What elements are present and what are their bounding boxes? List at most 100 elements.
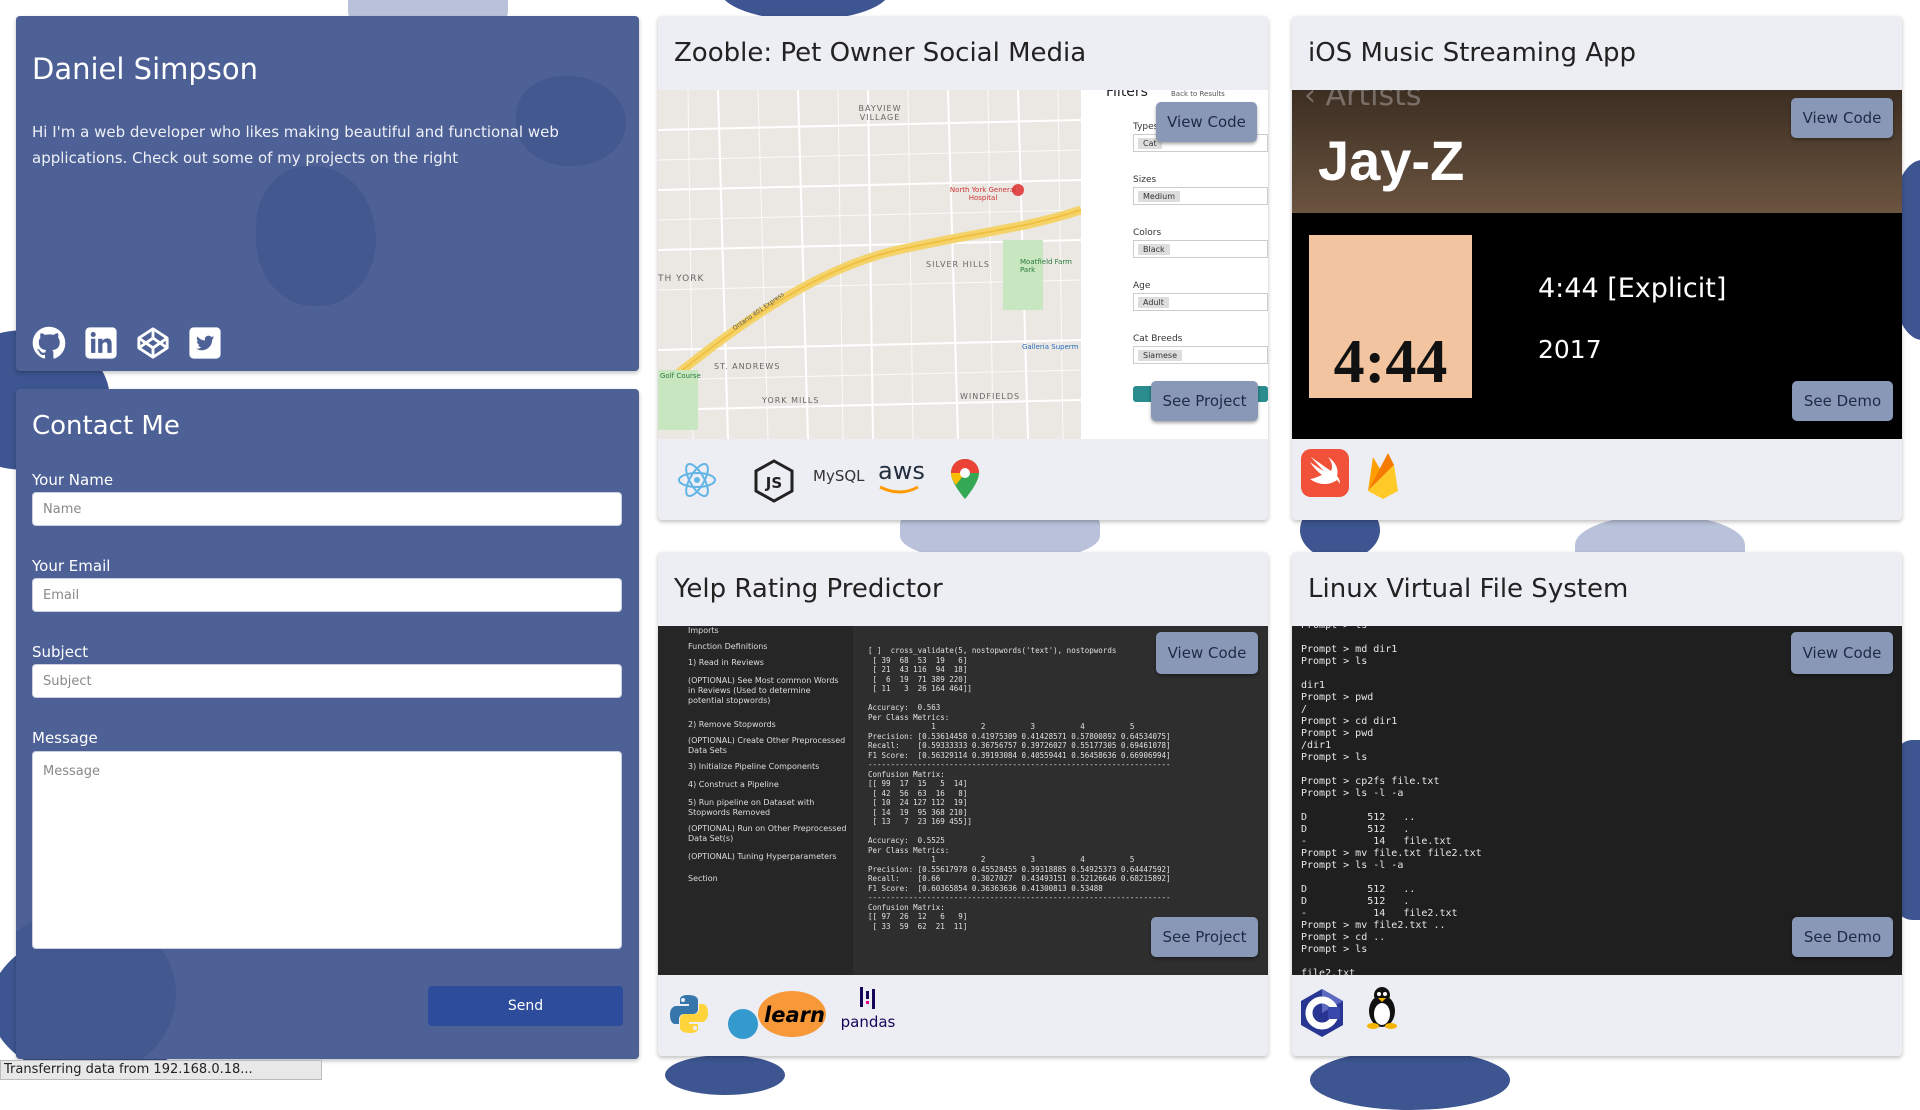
filter-chip-value: Medium (1138, 191, 1180, 202)
album-title: 4:44 [Explicit] (1538, 273, 1727, 304)
notebook-output: [ ] cross_validate(5, nostopwords('text'… (868, 646, 1171, 931)
map-label: BAYVIEW VILLAGE (858, 104, 902, 122)
toc-item: 1) Read in Reviews (688, 658, 764, 667)
toc-item: (OPTIONAL) Create Other Preprocessed Dat… (688, 736, 846, 755)
aws-text: aws (878, 457, 925, 485)
filter-chip[interactable]: Black (1133, 240, 1268, 258)
project-title: Yelp Rating Predictor (674, 574, 943, 604)
map-label: ST. ANDREWS (714, 362, 781, 371)
toc-item: 4) Construct a Pipeline (688, 780, 779, 789)
map-label: YORK MILLS (762, 396, 820, 405)
view-code-button[interactable]: View Code (1156, 632, 1258, 674)
python-icon (670, 995, 708, 1033)
message-textarea[interactable] (32, 751, 622, 949)
nodejs-icon: JS (754, 459, 794, 503)
filter-label: Sizes (1133, 175, 1157, 185)
aws-icon: aws (878, 457, 925, 494)
album-art-text: 4:44 (1333, 328, 1448, 396)
map-view: BAYVIEW VILLAGE North York General Hospi… (658, 90, 1081, 439)
tech-stack (1292, 439, 1902, 520)
filter-chip-value: Siamese (1138, 350, 1183, 361)
pandas-text: pandas (840, 1013, 896, 1031)
back-to-results-link[interactable]: Back to Results (1171, 90, 1225, 98)
c-language-icon (1301, 989, 1343, 1037)
filter-chip[interactable]: Siamese (1133, 346, 1268, 364)
contact-title: Contact Me (32, 411, 180, 441)
profile-card: Daniel Simpson Hi I'm a web developer wh… (16, 16, 639, 371)
project-title: iOS Music Streaming App (1308, 38, 1637, 68)
codepen-icon[interactable] (136, 326, 170, 360)
see-demo-button[interactable]: See Demo (1792, 917, 1893, 957)
filter-label: Types (1133, 122, 1159, 132)
toc-item: 3) Initialize Pipeline Components (688, 762, 820, 771)
artist-name: Jay-Z (1318, 129, 1465, 192)
message-label: Message (32, 729, 98, 747)
tech-stack (1292, 975, 1902, 1056)
toc-item: Imports (688, 626, 719, 635)
album-year: 2017 (1538, 335, 1602, 364)
subject-input[interactable] (32, 664, 622, 698)
filter-label: Age (1133, 281, 1151, 291)
profile-bio: Hi I'm a web developer who likes making … (32, 123, 559, 167)
react-icon (678, 463, 716, 497)
toc-item: 5) Run pipeline on Dataset with Stopword… (688, 798, 815, 817)
toc-item: Function Definitions (688, 642, 768, 651)
view-code-button[interactable]: View Code (1156, 102, 1257, 142)
back-nav-label: Artists (1325, 90, 1422, 113)
name-label: Your Name (32, 471, 114, 489)
map-label: North York General Hospital (949, 186, 1017, 202)
github-icon[interactable] (32, 326, 66, 360)
view-code-button[interactable]: View Code (1791, 632, 1893, 674)
terminal-output: Prompt > ls Prompt > md dir1 Prompt > ls… (1301, 626, 1482, 975)
project-card-ios-music: iOS Music Streaming App ‹ Artists Jay-Z … (1292, 16, 1902, 520)
pandas-bars (860, 987, 875, 1009)
mysql-icon: MySQL (813, 467, 865, 485)
email-input[interactable] (32, 578, 622, 612)
filters-title: Filters (1106, 90, 1148, 100)
toc-item: (OPTIONAL) Run on Other Preprocessed Dat… (688, 824, 847, 843)
project-card-zooble: Zooble: Pet Owner Social Media BAYVIEW V… (658, 16, 1268, 520)
map-label: Moatfield Farm Park (1020, 258, 1072, 274)
name-input[interactable] (32, 492, 622, 526)
notebook-toc: Imports Function Definitions 1) Read in … (658, 626, 853, 975)
toc-item: Section (688, 874, 718, 883)
back-nav[interactable]: ‹ Artists (1304, 90, 1422, 113)
svg-text:JS: JS (765, 474, 782, 492)
filter-chip[interactable]: Medium (1133, 187, 1268, 205)
toc-item: (OPTIONAL) See Most common Words in Revi… (688, 676, 839, 705)
tech-stack: learn pandas (658, 975, 1268, 1056)
project-card-yelp: Yelp Rating Predictor Imports Function D… (658, 552, 1268, 1056)
toc-item: (OPTIONAL) Tuning Hyperparameters (688, 852, 837, 861)
toc-item: 2) Remove Stopwords (688, 720, 776, 729)
project-card-linux-vfs: Linux Virtual File System Prompt > ls Pr… (1292, 552, 1902, 1056)
background-blob (665, 1055, 785, 1095)
firebase-icon (1368, 453, 1398, 499)
tech-stack: JS MySQL aws (658, 439, 1268, 520)
scikit-learn-icon: learn (728, 989, 828, 1039)
map-roads (658, 90, 1081, 439)
see-project-button[interactable]: See Project (1151, 381, 1258, 421)
see-demo-button[interactable]: See Demo (1792, 381, 1893, 421)
map-label: WINDFIELDS (960, 392, 1021, 401)
linkedin-icon[interactable] (84, 326, 118, 360)
background-blob (1310, 1050, 1510, 1110)
map-label: Galleria Superm (1022, 343, 1079, 351)
album-art: 4:44 (1309, 235, 1472, 398)
filter-chip[interactable]: Adult (1133, 293, 1268, 311)
project-title: Linux Virtual File System (1308, 574, 1629, 604)
email-label: Your Email (32, 557, 111, 575)
map-label: TH YORK (658, 274, 705, 284)
google-maps-icon (951, 459, 979, 499)
learn-text: learn (764, 1003, 825, 1027)
twitter-icon[interactable] (188, 326, 222, 360)
swift-icon (1301, 449, 1349, 497)
pandas-icon: pandas (838, 987, 898, 1037)
view-code-button[interactable]: View Code (1791, 98, 1893, 138)
contact-card: Contact Me Your Name Your Email Subject … (16, 389, 639, 1059)
filter-chip-value: Adult (1138, 297, 1169, 308)
see-project-button[interactable]: See Project (1151, 917, 1258, 957)
send-button[interactable]: Send (428, 986, 623, 1026)
filter-label: Colors (1133, 228, 1162, 238)
filter-label: Cat Breeds (1133, 334, 1183, 344)
aws-smile (879, 485, 919, 494)
